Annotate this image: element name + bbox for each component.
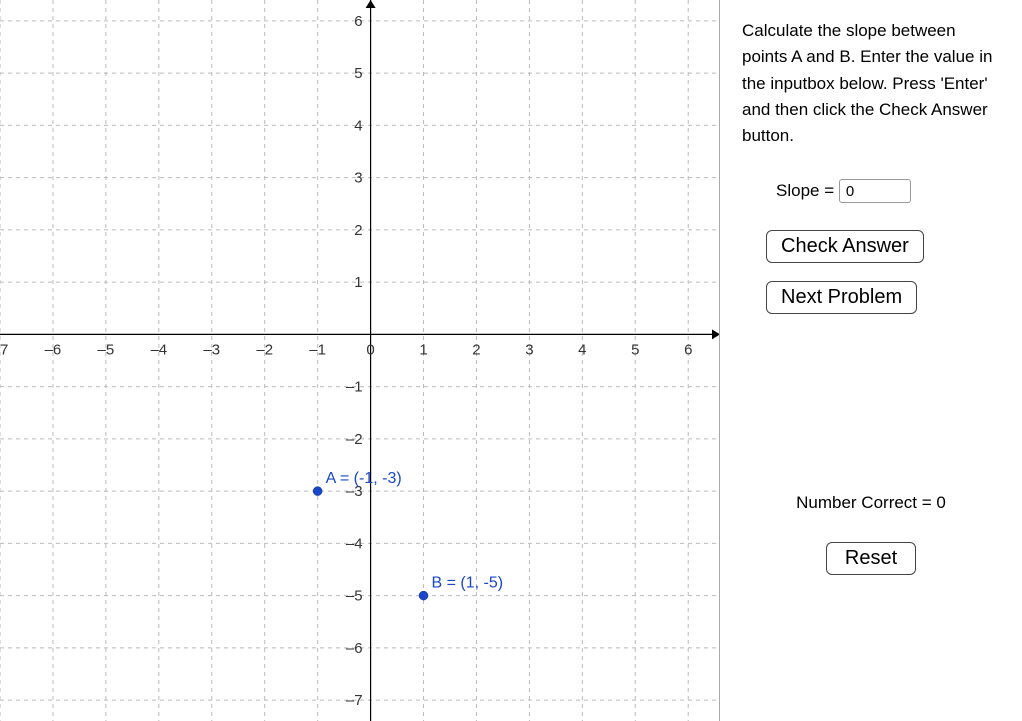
reset-button[interactable]: Reset [826, 542, 916, 575]
svg-text:4: 4 [578, 341, 586, 358]
point-A[interactable] [313, 487, 322, 496]
svg-text:1: 1 [354, 274, 362, 291]
app-root: –7–6–5–4–3–2–10123456–7–6–5–4–3–2–112345… [0, 0, 1022, 721]
svg-text:–2: –2 [346, 431, 363, 448]
coordinate-plane: –7–6–5–4–3–2–10123456–7–6–5–4–3–2–112345… [0, 0, 720, 721]
score-block: Number Correct = 0 Reset [720, 490, 1022, 575]
check-answer-button[interactable]: Check Answer [766, 230, 924, 263]
svg-text:2: 2 [472, 341, 480, 358]
slope-label: Slope = [776, 181, 839, 200]
svg-text:–2: –2 [256, 341, 273, 358]
svg-text:–1: –1 [309, 341, 326, 358]
graph-pane[interactable]: –7–6–5–4–3–2–10123456–7–6–5–4–3–2–112345… [0, 0, 720, 721]
svg-text:–5: –5 [346, 588, 363, 605]
next-problem-button[interactable]: Next Problem [766, 281, 917, 314]
svg-text:–6: –6 [346, 640, 363, 657]
svg-text:3: 3 [354, 170, 362, 187]
slope-input[interactable] [839, 179, 911, 203]
score-text: Number Correct = 0 [720, 490, 1022, 516]
svg-text:0: 0 [366, 341, 374, 358]
svg-text:–5: –5 [98, 341, 115, 358]
svg-text:3: 3 [525, 341, 533, 358]
instructions-text: Calculate the slope between points A and… [742, 18, 1002, 150]
point-label-A: A = (-1, -3) [326, 470, 402, 487]
point-B[interactable] [419, 591, 428, 600]
control-panel: Calculate the slope between points A and… [720, 0, 1022, 721]
svg-text:–4: –4 [150, 341, 167, 358]
svg-text:5: 5 [354, 65, 362, 82]
svg-text:–1: –1 [346, 379, 363, 396]
svg-text:5: 5 [631, 341, 639, 358]
svg-text:2: 2 [354, 222, 362, 239]
svg-text:6: 6 [354, 13, 362, 30]
svg-text:–4: –4 [346, 535, 363, 552]
svg-text:1: 1 [419, 341, 427, 358]
point-label-B: B = (1, -5) [432, 575, 504, 592]
svg-text:–7: –7 [346, 692, 363, 709]
svg-text:–7: –7 [0, 341, 8, 358]
svg-text:6: 6 [684, 341, 692, 358]
slope-row: Slope = [776, 178, 1002, 204]
svg-text:–6: –6 [45, 341, 62, 358]
svg-text:–3: –3 [203, 341, 220, 358]
svg-text:4: 4 [354, 117, 362, 134]
